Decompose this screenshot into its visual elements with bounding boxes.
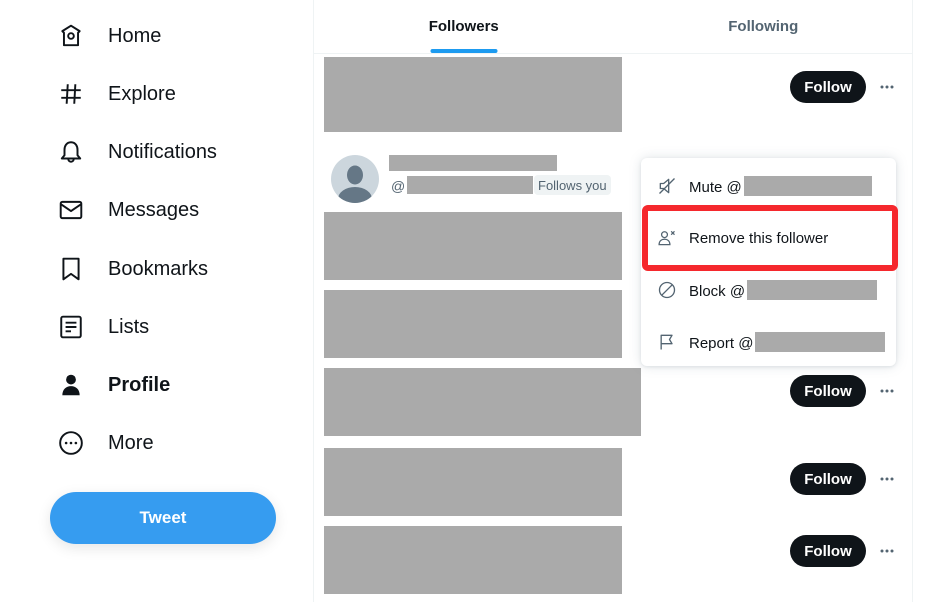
sidebar-item-home[interactable]: Home — [58, 16, 161, 56]
redacted-handle — [755, 332, 886, 352]
sidebar-item-bookmarks[interactable]: Bookmarks — [58, 249, 208, 289]
sidebar-item-label: Explore — [108, 82, 176, 105]
follow-button[interactable]: Follow — [790, 535, 866, 567]
sidebar: Home Explore Notifications Messages Book… — [0, 0, 313, 602]
ellipsis-icon[interactable] — [876, 541, 898, 561]
menu-item-remove-follower[interactable]: Remove this follower — [641, 212, 896, 264]
envelope-icon — [58, 197, 92, 223]
menu-item-label: Report @ — [689, 332, 886, 352]
menu-item-block[interactable]: Block @ — [641, 264, 896, 316]
follows-you-badge: Follows you — [534, 175, 611, 195]
menu-item-label: Remove this follower — [689, 229, 829, 247]
tab-label: Following — [728, 18, 799, 35]
redacted-handle — [743, 176, 872, 196]
flag-icon — [657, 332, 677, 352]
redacted-user-card — [324, 448, 622, 516]
redacted-handle — [407, 176, 533, 194]
tab-label: Followers — [428, 18, 499, 35]
redacted-user-card — [324, 290, 622, 358]
sidebar-item-explore[interactable]: Explore — [58, 74, 176, 114]
follow-button[interactable]: Follow — [790, 71, 866, 103]
menu-item-report[interactable]: Report @ — [641, 316, 896, 368]
redacted-display-name — [389, 155, 557, 171]
ellipsis-icon[interactable] — [876, 381, 898, 401]
sidebar-item-label: Bookmarks — [108, 257, 209, 280]
sidebar-item-lists[interactable]: Lists — [58, 307, 149, 347]
redacted-user-card — [324, 526, 622, 594]
sidebar-item-more[interactable]: More — [58, 423, 154, 463]
tab-followers[interactable]: Followers — [314, 0, 614, 53]
active-tab-indicator — [430, 49, 498, 53]
more-circle-icon — [58, 430, 92, 456]
menu-item-label: Mute @ — [689, 176, 872, 196]
ellipsis-icon[interactable] — [876, 469, 898, 489]
bell-icon — [58, 139, 92, 165]
hashtag-icon — [58, 81, 92, 107]
menu-item-mute[interactable]: Mute @ — [641, 160, 896, 212]
redacted-user-card — [324, 368, 641, 436]
avatar[interactable] — [331, 155, 379, 203]
redacted-bio — [324, 212, 622, 280]
default-avatar-icon — [338, 165, 372, 203]
follow-button[interactable]: Follow — [790, 375, 866, 407]
redacted-user-card — [324, 57, 622, 132]
menu-item-label: Block @ — [689, 280, 878, 300]
sidebar-item-profile[interactable]: Profile — [58, 365, 170, 405]
home-icon — [58, 23, 92, 49]
bookmark-icon — [58, 256, 92, 282]
ellipsis-icon[interactable] — [876, 77, 898, 97]
list-icon — [58, 314, 92, 340]
sidebar-item-label: Messages — [108, 198, 200, 221]
sidebar-item-label: Notifications — [108, 140, 217, 163]
block-icon — [657, 280, 677, 300]
sidebar-item-label: Lists — [108, 315, 150, 338]
user-handle-prefix: @ — [391, 178, 406, 194]
remove-follower-icon — [657, 228, 677, 248]
tab-following[interactable]: Following — [614, 0, 914, 53]
tweet-button[interactable]: Tweet — [50, 492, 276, 544]
sidebar-item-label: Home — [108, 24, 162, 47]
redacted-handle — [747, 280, 878, 300]
person-icon — [58, 372, 92, 398]
follow-button[interactable]: Follow — [790, 463, 866, 495]
sidebar-item-label: Profile — [108, 373, 171, 396]
follower-actions-menu: Mute @ Remove this follower Block @ Repo… — [641, 158, 896, 366]
sidebar-item-notifications[interactable]: Notifications — [58, 132, 217, 172]
sidebar-item-label: More — [108, 431, 154, 454]
sidebar-item-messages[interactable]: Messages — [58, 190, 199, 230]
mute-icon — [657, 176, 677, 196]
tab-bar: Followers Following — [314, 0, 913, 54]
